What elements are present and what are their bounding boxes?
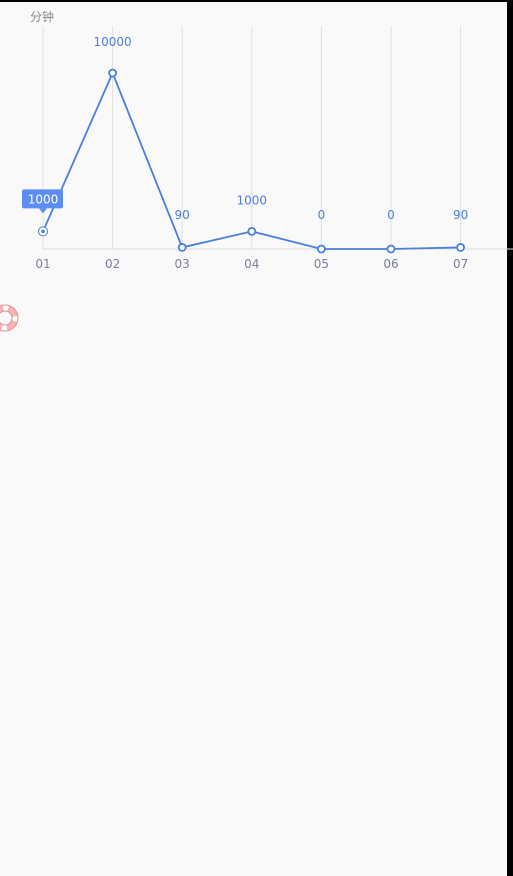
tooltip-text: 1000 [28, 192, 59, 206]
lifebuoy-icon[interactable] [0, 303, 20, 333]
x-tick-label-06: 06 [383, 257, 398, 271]
x-tick-label-03: 03 [175, 257, 190, 271]
data-point-03 [177, 243, 187, 252]
data-label-02: 10000 [94, 35, 132, 49]
data-label-05: 0 [318, 208, 326, 222]
x-tick-label-05: 05 [314, 257, 329, 271]
data-label-06: 0 [387, 208, 395, 222]
data-point-04 [247, 226, 257, 236]
x-tick-label-01: 01 [35, 257, 50, 271]
data-point-05 [316, 244, 326, 254]
data-point-07 [456, 243, 466, 252]
data-label-04: 1000 [237, 193, 268, 207]
data-point-02 [108, 68, 117, 78]
highlight-point [41, 229, 45, 234]
x-tick-label-07: 07 [453, 257, 468, 271]
line-chart[interactable]: 100009010000 0 90100001 02 03 04 05 06 07 [0, 0, 513, 300]
data-label-07: 90 [453, 208, 468, 222]
tooltip-pointer [39, 208, 47, 214]
data-label-03: 90 [175, 208, 190, 222]
x-tick-label-02: 02 [105, 257, 120, 271]
data-point-06 [386, 244, 396, 254]
x-tick-label-04: 04 [244, 257, 259, 271]
